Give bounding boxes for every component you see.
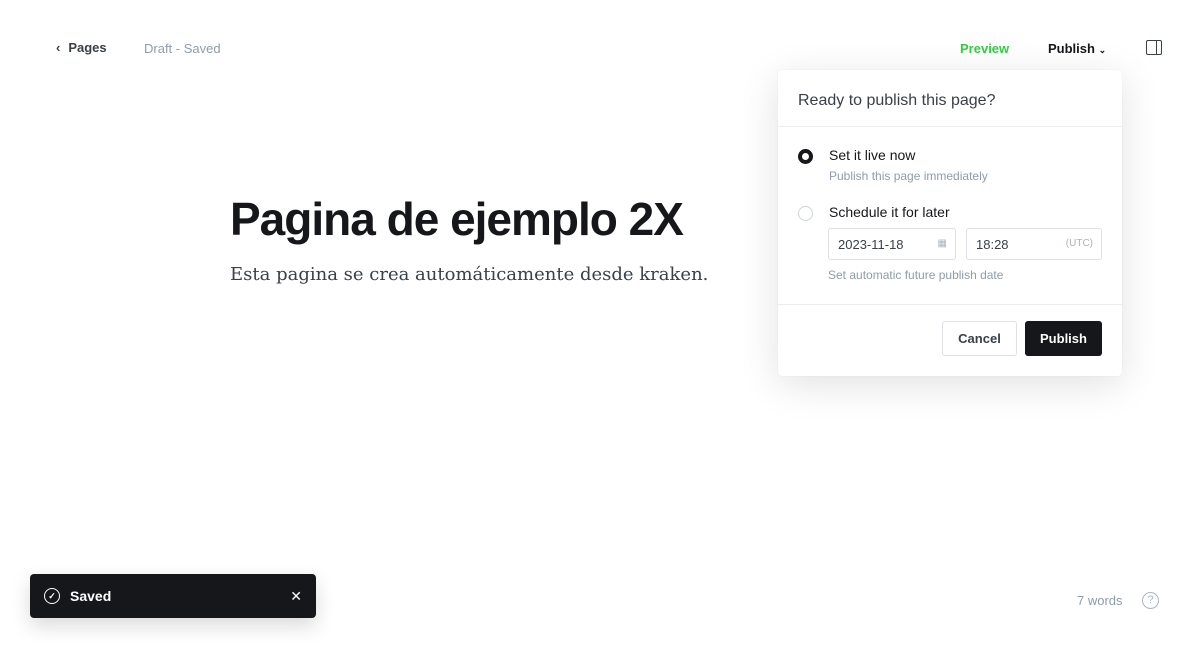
help-icon[interactable]: ? — [1142, 592, 1159, 609]
time-value: 18:28 — [976, 237, 1009, 252]
post-status: Draft - Saved — [144, 41, 221, 56]
time-input[interactable]: 18:28 (UTC) — [966, 228, 1102, 260]
publish-button[interactable]: Publish — [1025, 321, 1102, 356]
publish-label: Publish — [1048, 41, 1095, 56]
option-label: Set it live now — [829, 147, 916, 163]
settings-sidebar-toggle-icon[interactable] — [1146, 40, 1162, 55]
option-publish-now[interactable]: Set it live now Publish this page immedia… — [798, 147, 988, 183]
date-value: 2023-11-18 — [838, 237, 904, 252]
back-to-pages-link[interactable]: ‹ Pages — [56, 40, 107, 55]
calendar-icon: ▦ — [937, 238, 947, 249]
publish-dropdown: Ready to publish this page? Set it live … — [778, 70, 1122, 376]
divider — [778, 304, 1122, 305]
publish-dropdown-heading: Ready to publish this page? — [778, 70, 1122, 127]
option-sub: Publish this page immediately — [829, 169, 988, 183]
radio-unselected[interactable] — [798, 206, 813, 221]
post-title[interactable]: Pagina de ejemplo 2X — [230, 192, 684, 246]
back-label: Pages — [68, 40, 107, 55]
publish-menu-trigger[interactable]: Publish ⌄ — [1048, 41, 1106, 56]
check-circle-icon: ✓ — [44, 588, 60, 604]
post-body[interactable]: Esta pagina se crea automáticamente desd… — [230, 264, 708, 285]
option-schedule[interactable]: Schedule it for later — [798, 204, 950, 221]
radio-selected[interactable] — [798, 149, 813, 164]
word-count: 7 words — [1077, 593, 1123, 608]
saved-toast: ✓ Saved ✕ — [30, 574, 316, 618]
date-input[interactable]: 2023-11-18 ▦ — [828, 228, 956, 260]
timezone-label: (UTC) — [1065, 238, 1093, 249]
preview-button[interactable]: Preview — [960, 41, 1009, 56]
cancel-button[interactable]: Cancel — [942, 321, 1017, 356]
schedule-hint: Set automatic future publish date — [828, 268, 1004, 282]
close-icon[interactable]: ✕ — [290, 588, 302, 605]
option-label: Schedule it for later — [829, 204, 950, 220]
toast-text: Saved — [70, 588, 112, 604]
chevron-down-icon: ⌄ — [1098, 45, 1107, 55]
chevron-left-icon: ‹ — [56, 40, 61, 55]
